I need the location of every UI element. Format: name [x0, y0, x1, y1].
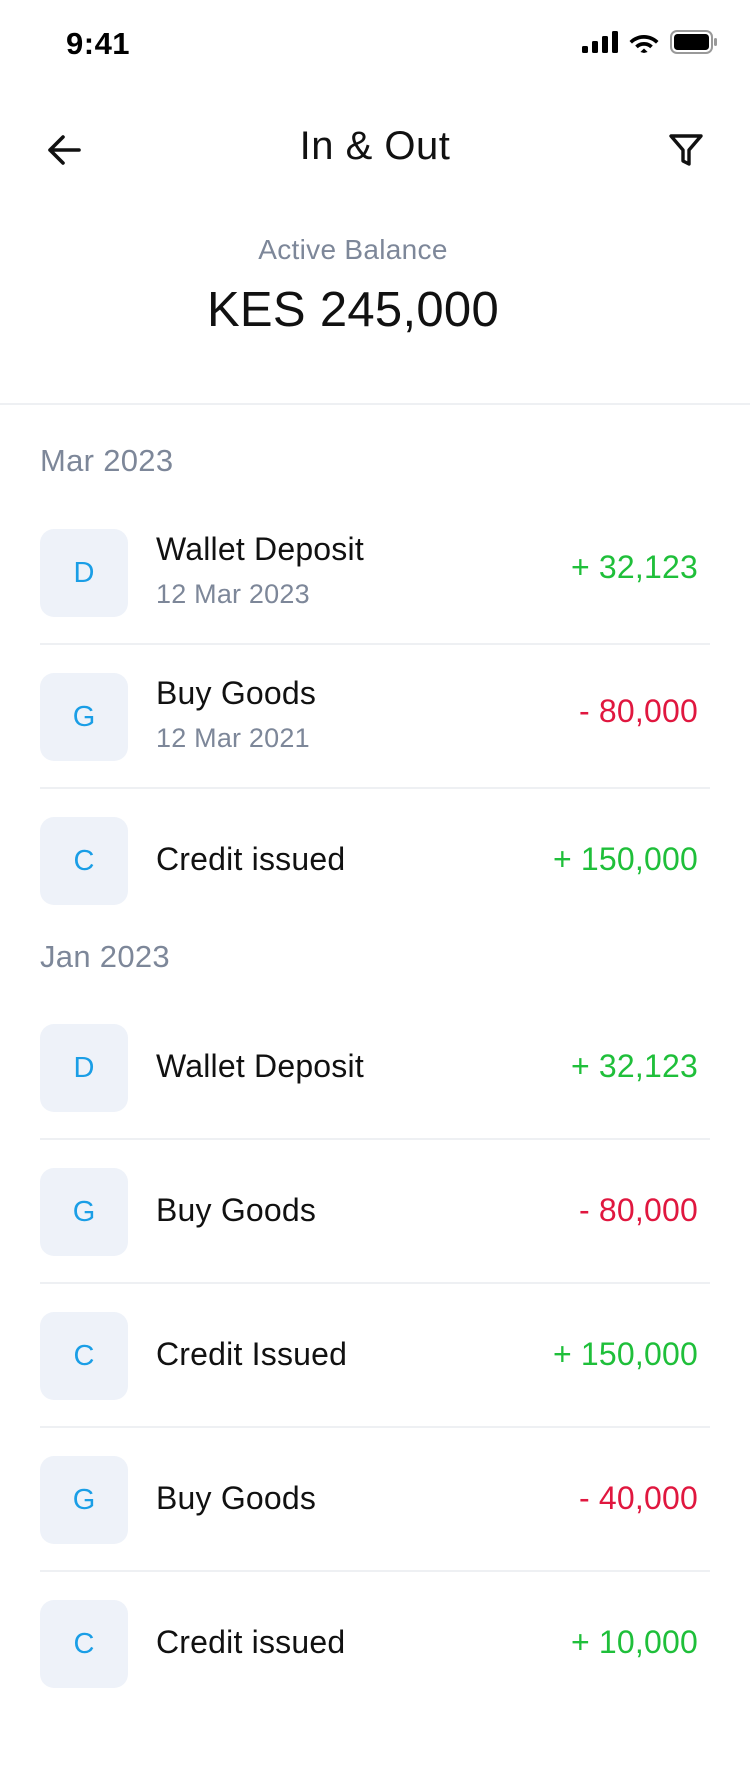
divider: [0, 403, 750, 405]
transaction-row[interactable]: C Credit issued + 150,000: [40, 789, 710, 933]
transaction-row[interactable]: D Wallet Deposit + 32,123: [40, 996, 710, 1140]
transaction-avatar: G: [40, 1168, 128, 1256]
transaction-amount: - 80,000: [578, 693, 698, 729]
transactions-screen: 9:41 In & Out Active Balance KES 245,000…: [0, 0, 750, 1772]
transaction-amount: + 32,123: [570, 1048, 698, 1084]
transaction-avatar: G: [40, 673, 128, 761]
transaction-row[interactable]: G Buy Goods - 40,000: [40, 1428, 710, 1572]
transaction-avatar: C: [40, 1600, 128, 1688]
transaction-amount: - 40,000: [578, 1480, 698, 1516]
transaction-avatar: C: [40, 817, 128, 905]
status-bar: 9:41: [0, 0, 750, 90]
transaction-title: Buy Goods: [156, 1480, 317, 1516]
transaction-title: Wallet Deposit: [156, 531, 364, 567]
transaction-title: Wallet Deposit: [156, 1048, 364, 1084]
transaction-row[interactable]: C Credit issued + 10,000: [40, 1572, 710, 1716]
balance-label: Active Balance: [258, 234, 448, 265]
page-title: In & Out: [299, 124, 451, 168]
month-header: Mar 2023: [40, 443, 174, 478]
status-time: 9:41: [66, 26, 131, 61]
transaction-avatar: D: [40, 529, 128, 617]
transaction-row[interactable]: C Credit Issued + 150,000: [40, 1284, 710, 1428]
transaction-title: Credit issued: [156, 841, 346, 877]
transaction-amount: + 32,123: [570, 549, 698, 585]
transaction-title: Credit issued: [156, 1624, 346, 1660]
transaction-title: Credit Issued: [156, 1336, 348, 1372]
transaction-avatar: C: [40, 1312, 128, 1400]
transaction-row[interactable]: D Wallet Deposit 12 Mar 2023 + 32,123: [40, 501, 710, 645]
transaction-avatar: D: [40, 1024, 128, 1112]
month-header: Jan 2023: [40, 939, 170, 974]
transaction-amount: + 150,000: [552, 841, 698, 877]
wifi-icon: [629, 35, 659, 53]
transaction-date: 12 Mar 2021: [156, 723, 310, 753]
balance-value: KES 245,000: [206, 283, 500, 337]
transaction-amount: - 80,000: [578, 1192, 698, 1228]
cellular-signal-icon: [582, 31, 618, 53]
balance-summary: Active Balance KES 245,000: [0, 234, 706, 338]
transaction-title: Buy Goods: [156, 675, 317, 711]
transaction-avatar: G: [40, 1456, 128, 1544]
transaction-date: 12 Mar 2023: [156, 579, 310, 609]
battery-icon: [670, 30, 717, 54]
transaction-amount: + 150,000: [552, 1336, 698, 1372]
transaction-row[interactable]: G Buy Goods 12 Mar 2021 - 80,000: [40, 645, 710, 789]
transaction-amount: + 10,000: [570, 1624, 698, 1660]
transaction-title: Buy Goods: [156, 1192, 317, 1228]
filter-icon: [669, 134, 703, 166]
transaction-row[interactable]: G Buy Goods - 80,000: [40, 1140, 710, 1284]
filter-button[interactable]: [662, 126, 710, 174]
status-icons: [582, 30, 718, 54]
app-header: In & Out: [0, 110, 750, 186]
